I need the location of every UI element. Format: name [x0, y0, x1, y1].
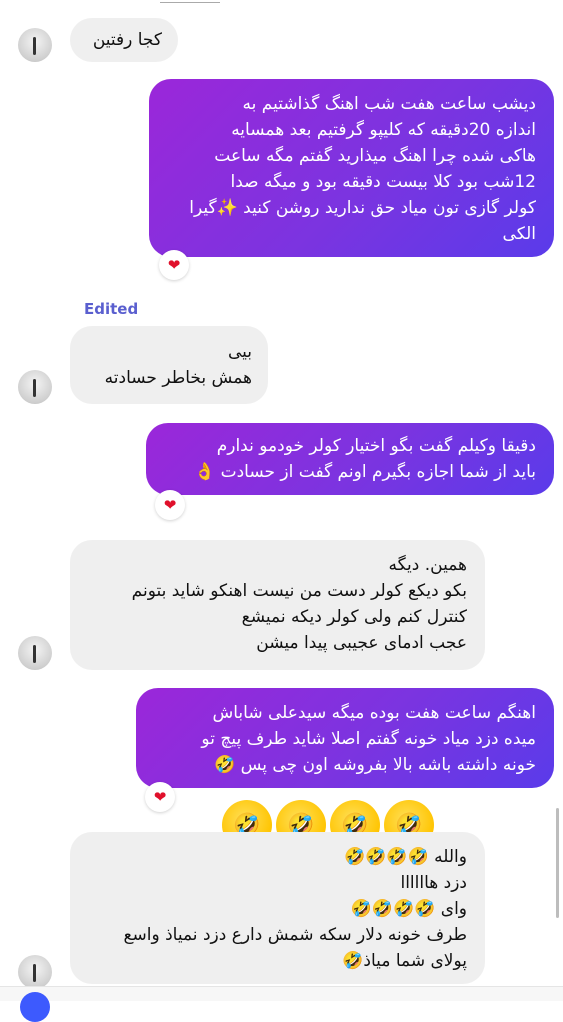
message-text: الکی [502, 224, 536, 244]
heart-reaction-icon[interactable]: ❤ [159, 250, 189, 280]
scrollbar[interactable] [556, 808, 559, 918]
message-text: کنترل کنم ولی کولر دیکه نمیشع [241, 607, 467, 627]
message-text: 12شب بود کلا بیست دقیقه بود و میگه صدا [230, 172, 536, 192]
message-text: کجا رفتین [92, 30, 162, 50]
message-text: والله 🤣🤣🤣🤣 [344, 847, 467, 867]
message-text: دیشب ساعت هفت شب اهنگ گذاشتیم به [242, 94, 536, 114]
message-text: کولر گازی تون میاد حق ندارید روشن کنید ✨… [189, 198, 536, 218]
message-text: همش بخاطر حسادته [104, 368, 252, 388]
camera-button[interactable] [20, 992, 50, 1022]
message-text: پولای شما میاذ🤣 [342, 951, 467, 971]
message-text: بیی [227, 342, 252, 362]
composer-bar [0, 986, 563, 1001]
message-text: عجب ادمای عجیبی پیدا میشن [256, 633, 467, 653]
message-text: دقیقا وکیلم گفت بگو اختیار کولر خودمو ند… [216, 436, 536, 456]
message-text: هاکی شده چرا اهنگ میذارید گفتم مگه ساعت [214, 146, 536, 166]
message-text: خونه داشته باشه بالا بفروشه اون چی پس 🤣 [214, 755, 536, 775]
message-bubble-outgoing[interactable]: دقیقا وکیلم گفت بگو اختیار کولر خودمو ند… [146, 423, 554, 495]
message-text: همین. دیگه [388, 555, 467, 575]
avatar[interactable] [18, 636, 52, 670]
message-text: وای 🤣🤣🤣🤣 [350, 899, 467, 919]
message-bubble-outgoing[interactable]: اهنگم ساعت هفت بوده میگه سیدعلی شاباش می… [136, 688, 554, 788]
message-text: طرف خونه دلار سکه شمش دارع دزد نمیاذ واس… [123, 925, 467, 945]
heart-reaction-icon[interactable]: ❤ [145, 782, 175, 812]
message-text: میده دزد میاد خونه گفتم اصلا شاید طرف پی… [201, 729, 536, 749]
message-text: باید از شما اجازه بگیرم اونم گفت از حساد… [194, 462, 536, 482]
heart-reaction-icon[interactable]: ❤ [155, 490, 185, 520]
avatar[interactable] [18, 28, 52, 62]
previous-message-fragment [160, 0, 220, 3]
message-bubble-incoming[interactable]: همین. دیگه بکو دیکع کولر دست من نیست اهن… [70, 540, 485, 670]
message-bubble-incoming[interactable]: والله 🤣🤣🤣🤣 دزد هاااااا وای 🤣🤣🤣🤣 طرف خونه… [70, 832, 485, 984]
message-text: اندازه 20دقیقه که کلیپو گرفتیم بعد همسای… [231, 120, 536, 140]
avatar[interactable] [18, 370, 52, 404]
message-text: دزد هاااااا [400, 873, 467, 893]
message-text: اهنگم ساعت هفت بوده میگه سیدعلی شاباش [212, 703, 536, 723]
message-bubble-incoming[interactable]: کجا رفتین [70, 18, 178, 62]
avatar[interactable] [18, 955, 52, 989]
edited-label: Edited [84, 300, 139, 318]
message-bubble-outgoing[interactable]: دیشب ساعت هفت شب اهنگ گذاشتیم به اندازه … [149, 79, 554, 257]
message-bubble-incoming[interactable]: بیی همش بخاطر حسادته [70, 326, 268, 404]
message-text: بکو دیکع کولر دست من نیست اهنکو شاید بتو… [131, 581, 467, 601]
